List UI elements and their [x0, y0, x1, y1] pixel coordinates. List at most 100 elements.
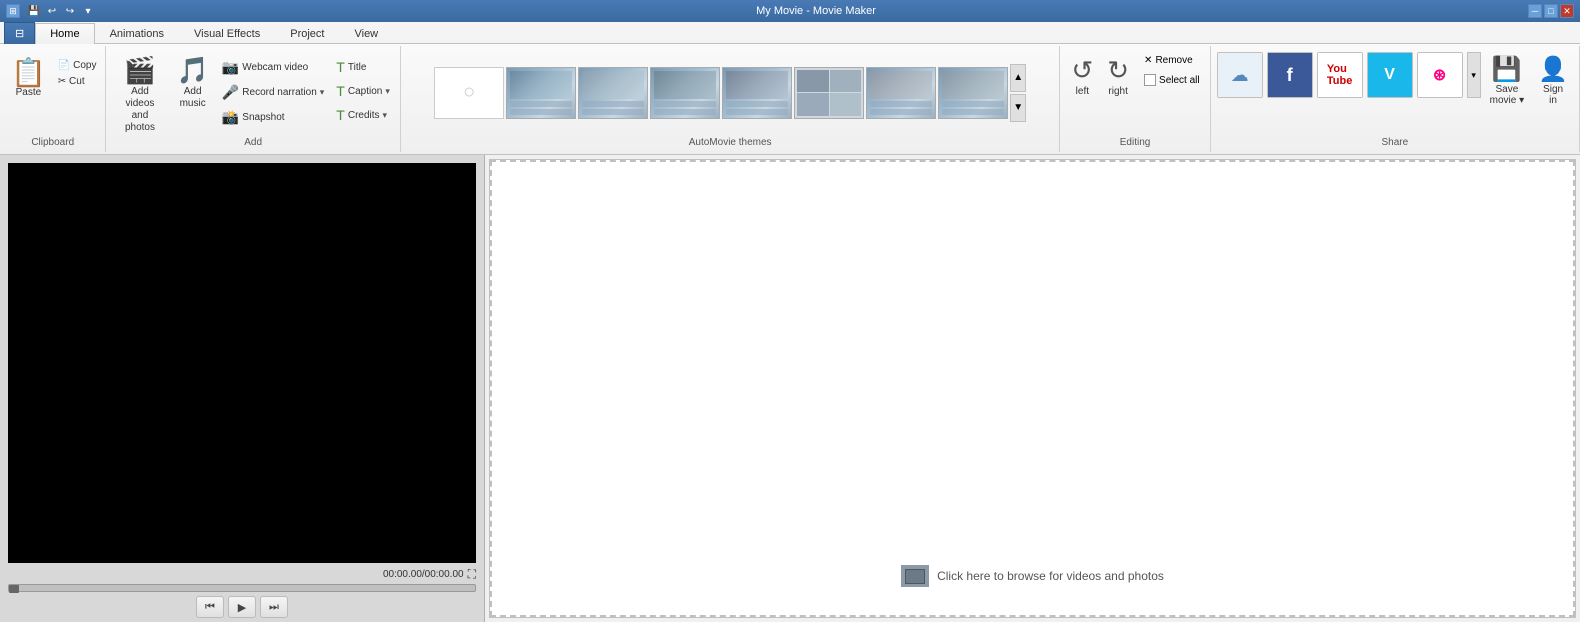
- tab-view[interactable]: View: [339, 23, 393, 44]
- select-all-checkbox[interactable]: [1144, 74, 1156, 86]
- quick-save-btn[interactable]: 💾: [26, 3, 42, 19]
- snapshot-icon: 📸: [222, 109, 239, 126]
- cut-button[interactable]: ✂ Cut: [55, 74, 100, 89]
- theme-4[interactable]: [650, 67, 720, 119]
- quick-access-toolbar: 💾 ↩ ↪ ▾: [26, 3, 96, 19]
- credits-arrow: ▾: [383, 110, 388, 121]
- storyboard-hint[interactable]: Click here to browse for videos and phot…: [901, 565, 1164, 587]
- maximize-btn[interactable]: □: [1544, 4, 1558, 18]
- paste-button[interactable]: 📋 Paste: [6, 56, 51, 101]
- editing-label: Editing: [1066, 137, 1203, 150]
- tab-file[interactable]: ⊟: [4, 22, 35, 44]
- copy-button[interactable]: 📄 Copy: [55, 58, 100, 73]
- rotate-buttons: ↺ left ↻ right: [1066, 52, 1134, 100]
- narration-arrow: ▾: [320, 87, 325, 98]
- snapshot-button[interactable]: 📸 Snapshot: [218, 106, 328, 129]
- clipboard-small-btns: 📄 Copy ✂ Cut: [55, 58, 100, 89]
- theme-6[interactable]: [794, 67, 864, 119]
- vimeo-button[interactable]: V: [1367, 52, 1413, 98]
- title-bar: ⊞ 💾 ↩ ↪ ▾ My Movie - Movie Maker ─ □ ✕: [0, 0, 1580, 22]
- tab-project[interactable]: Project: [275, 23, 339, 44]
- rotate-right-button[interactable]: ↻ right: [1102, 52, 1134, 100]
- save-movie-label: Savemovie ▾: [1490, 84, 1524, 106]
- share-inner: ☁ f YouTube V ⊛ ▾: [1217, 48, 1573, 137]
- theme-3[interactable]: [578, 67, 648, 119]
- clipboard-group: 📋 Paste 📄 Copy ✂ Cut Clipboard: [0, 46, 106, 152]
- add-music-icon: 🎵: [176, 55, 208, 86]
- webcam-video-button[interactable]: 📷 Webcam video: [218, 56, 328, 79]
- facebook-icon: f: [1268, 53, 1312, 97]
- rotate-left-button[interactable]: ↺ left: [1066, 52, 1098, 100]
- theme-thumb-inner-7: [867, 68, 935, 118]
- window-controls[interactable]: ⊞: [6, 4, 20, 18]
- preview-panel: 00:00.00/00:00.00 ⛶ ⏮ ▶ ⏭: [0, 155, 485, 622]
- save-movie-button[interactable]: 💾 Savemovie ▾: [1485, 52, 1529, 109]
- rewind-button[interactable]: ⏮: [196, 596, 224, 618]
- credits-button[interactable]: T Credits ▾: [332, 104, 394, 126]
- themes-label: AutoMovie themes: [407, 137, 1054, 150]
- tab-animations[interactable]: Animations: [95, 23, 179, 44]
- caption-button[interactable]: T Caption ▾: [332, 80, 394, 102]
- themes-scroll: ○: [434, 67, 1008, 119]
- flickr-button[interactable]: ⊛: [1417, 52, 1463, 98]
- preview-video: [8, 163, 476, 563]
- theme-8[interactable]: [938, 67, 1008, 119]
- vimeo-icon: V: [1368, 53, 1412, 97]
- close-btn[interactable]: ✕: [1560, 4, 1574, 18]
- select-all-label: Select all: [1159, 75, 1200, 86]
- sign-in-button[interactable]: 👤 Signin: [1533, 52, 1573, 109]
- title-icon: T: [336, 59, 345, 75]
- flickr-icon: ⊛: [1418, 53, 1462, 97]
- quick-menu-btn[interactable]: ▾: [80, 3, 96, 19]
- play-button[interactable]: ▶: [228, 596, 256, 618]
- add-label: Add: [112, 137, 393, 150]
- editing-group: ↺ left ↻ right ✕ Remove Select: [1060, 46, 1210, 152]
- cloud-icon: ☁: [1218, 53, 1262, 97]
- theme-thumb-inner-8: [939, 68, 1007, 118]
- add-music-label: Add music: [180, 86, 206, 110]
- sign-in-label: Signin: [1543, 84, 1563, 106]
- themes-scroll-up[interactable]: ▲: [1010, 64, 1026, 92]
- add-music-button[interactable]: 🎵 Add music: [171, 52, 213, 113]
- add-videos-button[interactable]: 🎬 Add videos and photos: [112, 52, 167, 137]
- webcam-icon: 📷: [222, 59, 239, 76]
- remove-icon: ✕: [1144, 55, 1152, 66]
- add-small-group: 📷 Webcam video 🎤 Record narration ▾ 📸 Sn…: [218, 52, 328, 129]
- themes-group: ○: [401, 46, 1061, 152]
- title-button[interactable]: T Title: [332, 56, 394, 78]
- ribbon-content: 📋 Paste 📄 Copy ✂ Cut Clipboard: [0, 44, 1580, 154]
- youtube-button[interactable]: YouTube: [1317, 52, 1363, 98]
- select-all-button[interactable]: Select all: [1140, 71, 1204, 89]
- caption-arrow: ▾: [385, 86, 390, 97]
- storyboard-empty: Click here to browse for videos and phot…: [901, 160, 1164, 617]
- undo-btn[interactable]: ↩: [44, 3, 60, 19]
- theme-2[interactable]: [506, 67, 576, 119]
- theme-5[interactable]: [722, 67, 792, 119]
- tab-home[interactable]: Home: [35, 23, 94, 44]
- expand-btn[interactable]: ⛶: [468, 567, 476, 582]
- paste-icon: 📋: [11, 59, 46, 87]
- narration-label: Record narration: [242, 87, 316, 98]
- app-menu-button[interactable]: ⊞: [6, 4, 20, 18]
- record-narration-button[interactable]: 🎤 Record narration ▾: [218, 81, 328, 104]
- themes-inner: ○: [434, 48, 1026, 137]
- fast-forward-button[interactable]: ⏭: [260, 596, 288, 618]
- minimize-btn[interactable]: ─: [1528, 4, 1542, 18]
- window-title: My Movie - Movie Maker: [104, 5, 1528, 17]
- add-group: 🎬 Add videos and photos 🎵 Add music: [106, 46, 400, 152]
- theme-7[interactable]: [866, 67, 936, 119]
- remove-button[interactable]: ✕ Remove: [1140, 52, 1204, 69]
- theme-blank[interactable]: ○: [434, 67, 504, 119]
- seek-bar[interactable]: [8, 584, 476, 592]
- share-scroll-btn[interactable]: ▾: [1467, 52, 1481, 98]
- facebook-button[interactable]: f: [1267, 52, 1313, 98]
- onedrive-button[interactable]: ☁: [1217, 52, 1263, 98]
- credits-icon: T: [336, 107, 345, 123]
- tab-visual-effects[interactable]: Visual Effects: [179, 23, 275, 44]
- share-group: ☁ f YouTube V ⊛ ▾: [1211, 46, 1580, 152]
- add-videos-icon: 🎬: [124, 55, 156, 86]
- mic-icon: 🎤: [222, 84, 239, 101]
- snapshot-label: Snapshot: [242, 112, 284, 123]
- themes-scroll-down[interactable]: ▼: [1010, 94, 1026, 122]
- redo-btn[interactable]: ↪: [62, 3, 78, 19]
